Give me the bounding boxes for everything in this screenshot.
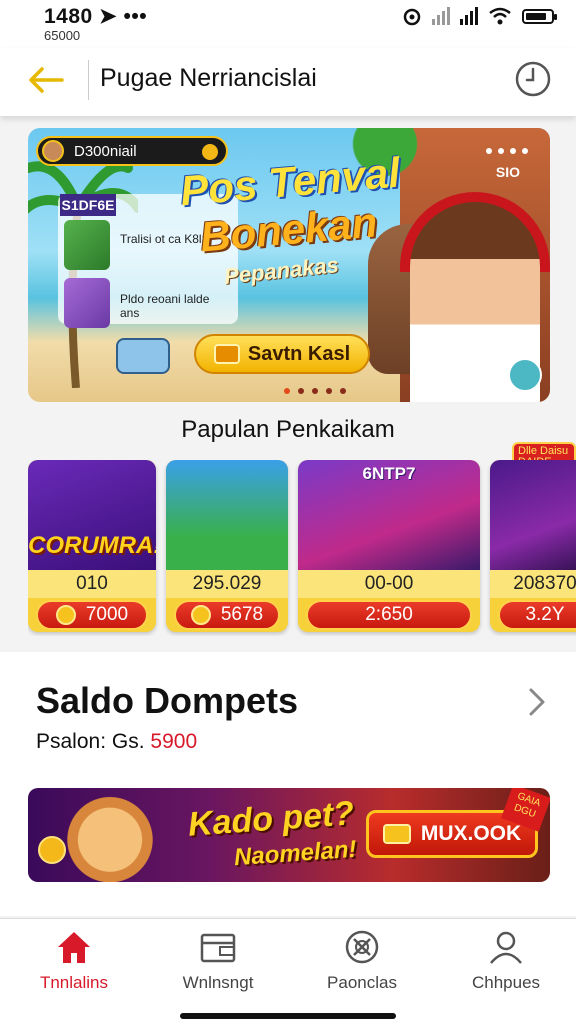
app-bar: Pugae Nerriancislai <box>0 48 576 116</box>
section-title: Papulan Penkaikam <box>181 416 395 443</box>
game-card-value: 208370 <box>490 570 576 598</box>
chevron-right-icon[interactable] <box>526 686 548 718</box>
game-card-art <box>490 460 576 570</box>
home-icon <box>58 932 90 963</box>
games-icon <box>345 930 379 964</box>
nav-item-profile[interactable]: Chhpues <box>434 927 576 997</box>
coin-icon <box>190 605 211 625</box>
coin-stack-icon <box>382 824 411 844</box>
wallet-title[interactable]: Saldo Dompets <box>36 680 298 722</box>
game-card-button[interactable]: 2:650 <box>306 600 472 630</box>
game-card-button-label: 7000 <box>85 604 129 625</box>
pager-dot[interactable] <box>326 388 332 394</box>
coin-icon <box>202 144 218 160</box>
game-card-value: 010 <box>28 570 156 598</box>
game-controller-icon[interactable] <box>508 358 542 392</box>
page-title: Pugae Nerriancislai <box>100 64 317 92</box>
history-clock-icon[interactable] <box>514 60 552 98</box>
carousel-pager[interactable] <box>284 388 346 394</box>
nav-item-wallet[interactable]: Wnlnsngt <box>146 927 290 997</box>
coin-icon <box>55 605 76 625</box>
status-bar: 1480 ➤ ••• 65000 <box>0 0 576 48</box>
game-card[interactable]: 6NTP7 00-00 2:650 <box>298 460 480 632</box>
game-card-art-text: 6NTP7 <box>362 464 416 483</box>
nav-label: Wnlnsngt <box>182 973 254 992</box>
game-card-art: 6NTP7 <box>298 460 480 570</box>
game-card[interactable]: 295.029 5678 <box>166 460 288 632</box>
game-card-button-label: 3.2Y <box>525 604 565 625</box>
nav-label: Chhpues <box>471 973 541 992</box>
game-card[interactable]: 208370 3.2Y <box>490 460 576 632</box>
signal-strength-icon <box>460 7 478 25</box>
bottom-nav: Tnnlalins Wnlnsngt Paonclas Chhpues <box>0 918 576 1024</box>
home-indicator[interactable] <box>180 1013 396 1019</box>
game-thumbnail[interactable] <box>64 220 110 270</box>
game-card-art: CORUMRA! <box>28 460 156 570</box>
nav-item-games[interactable]: Paonclas <box>290 927 434 997</box>
promo-button-label: MUX.OOK <box>420 822 522 845</box>
side-card-line-2: Pldo reoani lalde ans <box>120 292 210 320</box>
status-subtext: 65000 <box>44 28 81 43</box>
wallet-balance: Psalon: Gs. 5900 <box>36 730 197 754</box>
game-card-button-label: 5678 <box>220 604 264 625</box>
car-art <box>116 338 170 374</box>
status-icons <box>402 6 557 26</box>
promo-banner[interactable]: Kado pet? Naomelan! MUX.OOK GAIA DGU <box>28 788 550 882</box>
side-card-header: S1DF6E <box>60 194 116 216</box>
nav-label: Paonclas <box>327 973 397 992</box>
game-thumbnail[interactable] <box>64 278 110 328</box>
nav-item-home[interactable]: Tnnlalins <box>2 927 146 997</box>
player-tag: D300niail <box>36 136 228 166</box>
game-card[interactable]: CORUMRA! 010 7000 <box>28 460 156 632</box>
nav-label: Tnnlalins <box>39 973 109 992</box>
alarm-icon <box>403 8 421 26</box>
cat-mascot-art <box>62 788 158 882</box>
wifi-icon <box>489 7 511 25</box>
game-card-art-text: CORUMRA! <box>28 532 156 559</box>
game-card-value: 00-00 <box>298 570 480 598</box>
back-button[interactable] <box>26 60 66 100</box>
game-card-button[interactable]: 5678 <box>174 600 280 630</box>
more-dots-icon[interactable] <box>486 148 528 154</box>
profile-icon <box>490 931 522 964</box>
wallet-icon <box>200 933 236 963</box>
pager-dot[interactable] <box>298 388 304 394</box>
wallet-balance-label: Psalon: Gs. <box>36 730 145 753</box>
wallet-section: Saldo Dompets Psalon: Gs. 5900 Kado pet?… <box>0 652 576 916</box>
wallet-balance-amount: 5900 <box>150 730 198 753</box>
game-card-button-label: 2:650 <box>365 604 413 625</box>
game-card-art <box>166 460 288 570</box>
battery-icon <box>522 8 557 24</box>
hero-banner[interactable]: D300niail S1DF6E Tralisi ot ca K8lS Pldo… <box>28 128 550 402</box>
game-card-button[interactable]: 7000 <box>36 600 148 630</box>
pager-dot[interactable] <box>340 388 346 394</box>
game-card-value: 295.029 <box>166 570 288 598</box>
avatar <box>42 140 64 162</box>
hero-cta-label: Savtn Kasl <box>247 342 351 365</box>
game-card-button[interactable]: 3.2Y <box>498 600 576 630</box>
divider <box>88 60 89 100</box>
promo-line-2: Naomelan! <box>233 835 358 872</box>
coin-stack-icon <box>213 344 240 364</box>
signal-icon <box>432 7 450 25</box>
pager-dot[interactable] <box>284 388 290 394</box>
back-arrow-icon <box>29 67 64 93</box>
hero-cta-button[interactable]: Savtn Kasl <box>194 334 370 374</box>
pager-dot[interactable] <box>312 388 318 394</box>
status-time: 1480 ➤ ••• <box>44 5 148 28</box>
player-tag-text: D300niail <box>74 142 137 160</box>
popular-carousel[interactable]: CORUMRA! 010 7000 295.029 5678 6NTP7 00-… <box>28 460 576 636</box>
corner-label: SIO <box>495 164 520 180</box>
